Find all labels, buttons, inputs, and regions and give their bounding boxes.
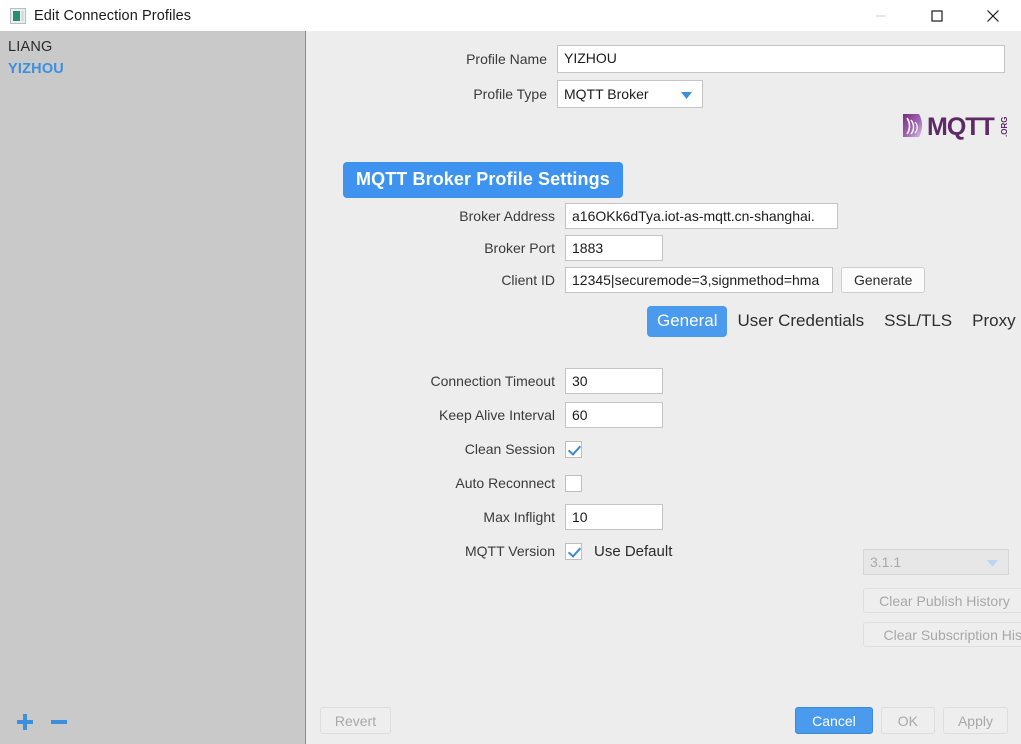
main-panel: Profile Name YIZHOU Profile Type MQTT Br… [307, 31, 1021, 744]
window-title: Edit Connection Profiles [34, 7, 192, 24]
tab-user-credentials[interactable]: User Credentials [727, 306, 874, 337]
close-icon[interactable] [965, 0, 1021, 31]
profile-list: LIANG YIZHOU [0, 36, 305, 80]
profile-type-row: Profile Type MQTT Broker [307, 80, 1021, 108]
mqtt-version-label: MQTT Version [465, 543, 555, 559]
connection-timeout-input[interactable]: 30 [565, 368, 663, 394]
client-id-input[interactable]: 12345|securemode=3,signmethod=hma [565, 267, 833, 293]
use-default-checkbox[interactable] [565, 542, 582, 560]
apply-button: Apply [942, 707, 1008, 734]
clean-session-checkbox[interactable] [565, 440, 582, 458]
clean-session-label: Clean Session [464, 441, 555, 457]
generate-button[interactable]: Generate [841, 267, 926, 293]
connection-timeout-label: Connection Timeout [430, 373, 555, 389]
max-inflight-input[interactable]: 10 [565, 504, 663, 530]
profile-name-row: Profile Name YIZHOU [307, 45, 1021, 73]
clear-publish-history-button: Clear Publish History [863, 588, 1021, 613]
broker-address-input[interactable]: a16OKk6dTya.iot-as-mqtt.cn-shanghai. [565, 203, 838, 229]
window-controls [853, 0, 1021, 31]
profile-header-section: Profile Name YIZHOU Profile Type MQTT Br… [307, 45, 1021, 115]
cancel-button[interactable]: Cancel [795, 707, 873, 734]
edit-connection-profiles-window: Edit Connection Profiles LIANG YIZHOU Pr… [0, 0, 1021, 744]
revert-button: Revert [320, 707, 391, 734]
plus-icon [17, 714, 33, 730]
clear-subscription-history-button: Clear Subscription Hist... [863, 622, 1021, 647]
profile-item-label: LIANG [8, 39, 53, 55]
add-profile-button[interactable] [10, 707, 40, 737]
title-bar: Edit Connection Profiles [0, 0, 1021, 31]
footer-button-group: Cancel OK Apply [795, 707, 1008, 734]
broker-port-input[interactable]: 1883 [565, 235, 663, 261]
use-default-label: Use Default [594, 542, 673, 560]
mqtt-broker-profile-settings-banner[interactable]: MQTT Broker Profile Settings [343, 162, 623, 198]
auto-reconnect-label: Auto Reconnect [455, 475, 555, 491]
profile-name-label: Profile Name [466, 51, 547, 67]
dialog-footer: Revert Cancel OK Apply [307, 700, 1021, 744]
sidebar-footer [0, 700, 305, 744]
client-id-label: Client ID [501, 272, 555, 288]
broker-settings-section: Broker Address a16OKk6dTya.iot-as-mqtt.c… [307, 203, 1021, 299]
minus-icon [51, 720, 67, 724]
broker-port-label: Broker Port [484, 240, 555, 256]
max-inflight-row: Max Inflight 10 [307, 504, 1021, 530]
profile-item-label: YIZHOU [8, 61, 64, 77]
keep-alive-interval-label: Keep Alive Interval [439, 407, 555, 423]
profiles-sidebar: LIANG YIZHOU [0, 31, 306, 744]
chevron-down-icon [987, 554, 998, 570]
app-icon [10, 7, 26, 24]
chevron-down-icon [681, 86, 692, 102]
broker-address-row: Broker Address a16OKk6dTya.iot-as-mqtt.c… [307, 203, 1021, 229]
connection-timeout-row: Connection Timeout 30 [307, 368, 1021, 394]
minimize-icon[interactable] [853, 0, 909, 31]
broker-address-label: Broker Address [459, 208, 555, 224]
clean-session-row: Clean Session [307, 436, 1021, 462]
ok-button: OK [880, 707, 935, 734]
mqtt-org-logo: MQTT .ORG [901, 110, 1013, 142]
client-id-row: Client ID 12345|securemode=3,signmethod=… [307, 267, 1021, 293]
keep-alive-interval-row: Keep Alive Interval 60 [307, 402, 1021, 428]
svg-text:MQTT: MQTT [927, 113, 995, 141]
max-inflight-label: Max Inflight [483, 509, 555, 525]
settings-tabs: General User Credentials SSL/TLS Proxy L… [647, 306, 1021, 337]
broker-port-row: Broker Port 1883 [307, 235, 1021, 261]
tab-ssl-tls[interactable]: SSL/TLS [874, 306, 962, 337]
auto-reconnect-row: Auto Reconnect [307, 470, 1021, 496]
auto-reconnect-checkbox[interactable] [565, 474, 582, 492]
general-tab-panel: Connection Timeout 30 Keep Alive Interva… [307, 368, 1021, 572]
svg-text:.ORG: .ORG [1000, 117, 1009, 137]
mqtt-version-select: 3.1.1 [863, 549, 1009, 575]
remove-profile-button[interactable] [44, 707, 74, 737]
mqtt-version-value: 3.1.1 [870, 554, 902, 570]
profile-type-value: MQTT Broker [564, 86, 649, 102]
profile-type-select[interactable]: MQTT Broker [557, 80, 703, 108]
profile-type-label: Profile Type [473, 86, 547, 102]
profile-name-input[interactable]: YIZHOU [557, 45, 1005, 73]
sidebar-item-yizhou[interactable]: YIZHOU [0, 58, 305, 80]
sidebar-item-liang[interactable]: LIANG [0, 36, 305, 58]
maximize-icon[interactable] [909, 0, 965, 31]
tab-proxy[interactable]: Proxy [962, 306, 1021, 337]
keep-alive-interval-input[interactable]: 60 [565, 402, 663, 428]
tab-general[interactable]: General [647, 306, 728, 337]
